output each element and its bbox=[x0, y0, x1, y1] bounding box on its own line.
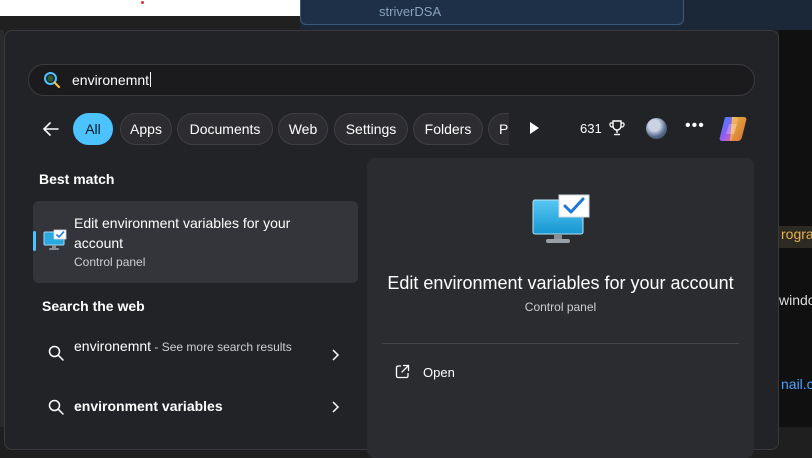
filter-chip-photos[interactable]: Ph bbox=[488, 113, 509, 145]
search-input[interactable]: environemnt bbox=[28, 64, 755, 96]
preview-title: Edit environment variables for your acco… bbox=[387, 273, 734, 293]
copilot-icon[interactable] bbox=[718, 115, 748, 143]
selection-accent bbox=[33, 231, 36, 251]
rewards-points: 631 bbox=[580, 121, 602, 136]
best-match-result[interactable]: Edit environment variables for your acco… bbox=[33, 201, 358, 283]
filter-chip-settings[interactable]: Settings bbox=[334, 113, 408, 145]
best-match-title: Edit environment variables for your acco… bbox=[74, 215, 291, 251]
web-result-text: environemnt - See more search results bbox=[74, 336, 314, 357]
search-query: environemnt bbox=[72, 72, 152, 88]
background-window-right: rogra windo nail.co bbox=[779, 30, 812, 427]
user-avatar[interactable] bbox=[646, 118, 667, 139]
open-action[interactable]: Open bbox=[423, 365, 455, 380]
background-text-2: windo bbox=[779, 292, 812, 308]
web-search-result[interactable]: environemnt - See more search results bbox=[33, 331, 358, 377]
filter-chip-apps[interactable]: Apps bbox=[120, 113, 172, 145]
best-match-heading: Best match bbox=[39, 171, 115, 187]
search-web-heading: Search the web bbox=[42, 298, 145, 314]
notification-dot bbox=[141, 1, 144, 4]
web-search-result[interactable]: environment variables bbox=[33, 393, 358, 421]
web-result-query: environment variables bbox=[74, 398, 223, 414]
best-match-subtitle: Control panel bbox=[74, 255, 146, 269]
monitor-checkmark-icon bbox=[532, 194, 590, 243]
search-icon bbox=[44, 72, 61, 89]
search-icon bbox=[48, 399, 64, 415]
filter-bar: All Apps Documents Web Settings Folders … bbox=[5, 113, 780, 145]
more-options-icon[interactable]: ••• bbox=[685, 117, 705, 135]
divider bbox=[382, 343, 739, 344]
rewards-trophy-icon[interactable] bbox=[609, 119, 625, 137]
text-caret bbox=[150, 72, 152, 87]
web-result-suffix: - See more search results bbox=[151, 340, 292, 354]
filter-chip-web[interactable]: Web bbox=[278, 113, 328, 145]
web-result-query: environemnt bbox=[74, 338, 152, 354]
windows-search-panel: environemnt All Apps Documents Web Setti… bbox=[4, 30, 780, 458]
open-external-icon bbox=[395, 364, 410, 379]
filter-chip-all[interactable]: All bbox=[73, 113, 113, 145]
background-text-3: nail.co bbox=[781, 376, 812, 392]
search-icon bbox=[48, 345, 64, 361]
background-tab-text: striverDSA bbox=[379, 4, 442, 19]
chevron-right-icon bbox=[332, 401, 340, 413]
chevron-right-icon bbox=[332, 349, 340, 361]
filter-chip-documents[interactable]: Documents bbox=[177, 113, 273, 145]
background-text-1: rogra bbox=[779, 226, 812, 248]
preview-subtitle: Control panel bbox=[524, 300, 597, 314]
result-preview-pane: Edit environment variables for your acco… bbox=[367, 158, 754, 458]
monitor-checkmark-icon bbox=[43, 229, 67, 250]
background-tab-pill: striverDSA bbox=[300, 0, 684, 25]
filter-chip-folders[interactable]: Folders bbox=[413, 113, 483, 145]
background-browser-tab: striverDSA bbox=[300, 0, 812, 30]
back-arrow-icon[interactable] bbox=[41, 119, 61, 139]
background-window bbox=[0, 16, 300, 30]
more-filters-arrow-icon[interactable] bbox=[527, 121, 541, 135]
